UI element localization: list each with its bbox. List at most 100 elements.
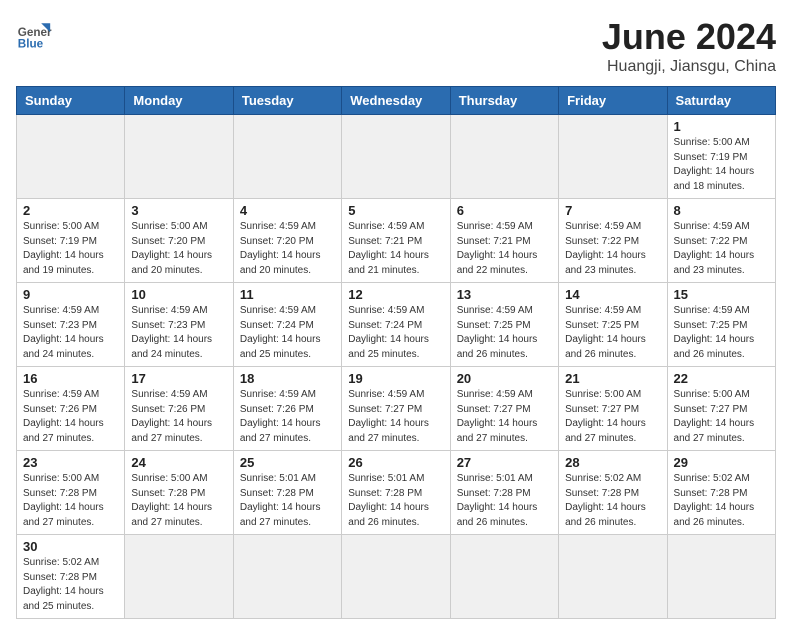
day-info: Sunrise: 4:59 AM Sunset: 7:23 PM Dayligh… [23,304,118,362]
day-number: 27 [457,455,552,470]
day-number: 22 [674,371,769,386]
day-info: Sunrise: 5:00 AM Sunset: 7:19 PM Dayligh… [23,220,118,278]
calendar-cell: 24Sunrise: 5:00 AM Sunset: 7:28 PM Dayli… [125,451,233,535]
day-info: Sunrise: 5:00 AM Sunset: 7:19 PM Dayligh… [674,136,769,194]
day-number: 18 [240,371,335,386]
calendar-cell: 3Sunrise: 5:00 AM Sunset: 7:20 PM Daylig… [125,199,233,283]
day-info: Sunrise: 5:00 AM Sunset: 7:28 PM Dayligh… [131,472,226,530]
calendar-cell: 21Sunrise: 5:00 AM Sunset: 7:27 PM Dayli… [559,367,667,451]
calendar-cell: 14Sunrise: 4:59 AM Sunset: 7:25 PM Dayli… [559,283,667,367]
calendar-cell [125,535,233,619]
calendar-cell [17,115,125,199]
col-header-monday: Monday [125,87,233,115]
calendar-cell [450,535,558,619]
calendar-cell: 1 Sunrise: 5:00 AM Sunset: 7:19 PM Daylig… [667,115,775,199]
svg-text:Blue: Blue [18,38,44,51]
day-number: 25 [240,455,335,470]
day-info: Sunrise: 4:59 AM Sunset: 7:23 PM Dayligh… [131,304,226,362]
calendar-cell: 6Sunrise: 4:59 AM Sunset: 7:21 PM Daylig… [450,199,558,283]
day-number: 23 [23,455,118,470]
calendar-cell [233,535,341,619]
calendar-cell [125,115,233,199]
day-info: Sunrise: 4:59 AM Sunset: 7:26 PM Dayligh… [23,388,118,446]
day-info: Sunrise: 5:01 AM Sunset: 7:28 PM Dayligh… [240,472,335,530]
calendar-cell: 26 Sunrise: 5:01 AM Sunset: 7:28 PM Dayli… [342,451,450,535]
logo-icon: General Blue [16,16,52,52]
day-number: 30 [23,539,118,554]
day-info: Sunrise: 5:00 AM Sunset: 7:20 PM Dayligh… [131,220,226,278]
day-number: 29 [674,455,769,470]
day-info: Sunrise: 4:59 AM Sunset: 7:27 PM Dayligh… [457,388,552,446]
calendar-cell: 20 Sunrise: 4:59 AM Sunset: 7:27 PM Dayli… [450,367,558,451]
day-info: Sunrise: 4:59 AM Sunset: 7:25 PM Dayligh… [674,304,769,362]
day-info: Sunrise: 5:00 AM Sunset: 7:28 PM Dayligh… [23,472,118,530]
calendar-cell: 23 Sunrise: 5:00 AM Sunset: 7:28 PM Dayli… [17,451,125,535]
day-info: Sunrise: 5:02 AM Sunset: 7:28 PM Dayligh… [674,472,769,530]
day-number: 19 [348,371,443,386]
day-number: 8 [674,203,769,218]
calendar-week-row: 1 Sunrise: 5:00 AM Sunset: 7:19 PM Daylig… [17,115,776,199]
day-number: 28 [565,455,660,470]
calendar-cell [342,535,450,619]
col-header-thursday: Thursday [450,87,558,115]
month-title: June 2024 [602,16,776,58]
col-header-friday: Friday [559,87,667,115]
day-number: 12 [348,287,443,302]
calendar-table: SundayMondayTuesdayWednesdayThursdayFrid… [16,86,776,619]
day-number: 20 [457,371,552,386]
page-header: General Blue June 2024 Huangji, Jiansgu,… [16,16,776,76]
calendar-cell [559,535,667,619]
day-number: 17 [131,371,226,386]
calendar-cell: 4 Sunrise: 4:59 AM Sunset: 7:20 PM Daylig… [233,199,341,283]
col-header-saturday: Saturday [667,87,775,115]
day-number: 2 [23,203,118,218]
calendar-week-row: 30 Sunrise: 5:02 AM Sunset: 7:28 PM Dayli… [17,535,776,619]
title-area: June 2024 Huangji, Jiansgu, China [602,16,776,76]
calendar-cell [342,115,450,199]
day-info: Sunrise: 4:59 AM Sunset: 7:24 PM Dayligh… [240,304,335,362]
day-info: Sunrise: 4:59 AM Sunset: 7:22 PM Dayligh… [674,220,769,278]
day-number: 9 [23,287,118,302]
day-info: Sunrise: 4:59 AM Sunset: 7:27 PM Dayligh… [348,388,443,446]
calendar-cell: 15 Sunrise: 4:59 AM Sunset: 7:25 PM Dayli… [667,283,775,367]
calendar-cell: 25 Sunrise: 5:01 AM Sunset: 7:28 PM Dayli… [233,451,341,535]
day-number: 10 [131,287,226,302]
day-info: Sunrise: 5:01 AM Sunset: 7:28 PM Dayligh… [457,472,552,530]
calendar-cell: 9 Sunrise: 4:59 AM Sunset: 7:23 PM Daylig… [17,283,125,367]
calendar-cell [450,115,558,199]
calendar-cell: 8 Sunrise: 4:59 AM Sunset: 7:22 PM Daylig… [667,199,775,283]
calendar-week-row: 2 Sunrise: 5:00 AM Sunset: 7:19 PM Daylig… [17,199,776,283]
calendar-cell: 10 Sunrise: 4:59 AM Sunset: 7:23 PM Dayli… [125,283,233,367]
day-number: 7 [565,203,660,218]
calendar-cell: 5 Sunrise: 4:59 AM Sunset: 7:21 PM Daylig… [342,199,450,283]
day-number: 11 [240,287,335,302]
day-number: 16 [23,371,118,386]
calendar-week-row: 16 Sunrise: 4:59 AM Sunset: 7:26 PM Dayli… [17,367,776,451]
calendar-cell [559,115,667,199]
day-number: 26 [348,455,443,470]
calendar-cell: 30 Sunrise: 5:02 AM Sunset: 7:28 PM Dayli… [17,535,125,619]
col-header-wednesday: Wednesday [342,87,450,115]
day-info: Sunrise: 4:59 AM Sunset: 7:26 PM Dayligh… [131,388,226,446]
calendar-cell: 17 Sunrise: 4:59 AM Sunset: 7:26 PM Dayli… [125,367,233,451]
day-info: Sunrise: 4:59 AM Sunset: 7:25 PM Dayligh… [457,304,552,362]
calendar-body: 1 Sunrise: 5:00 AM Sunset: 7:19 PM Daylig… [17,115,776,619]
calendar-cell: 2 Sunrise: 5:00 AM Sunset: 7:19 PM Daylig… [17,199,125,283]
day-number: 5 [348,203,443,218]
calendar-cell: 16 Sunrise: 4:59 AM Sunset: 7:26 PM Dayli… [17,367,125,451]
day-info: Sunrise: 5:00 AM Sunset: 7:27 PM Dayligh… [565,388,660,446]
day-info: Sunrise: 4:59 AM Sunset: 7:25 PM Dayligh… [565,304,660,362]
calendar-cell: 18Sunrise: 4:59 AM Sunset: 7:26 PM Dayli… [233,367,341,451]
day-info: Sunrise: 5:00 AM Sunset: 7:27 PM Dayligh… [674,388,769,446]
calendar-cell [667,535,775,619]
day-info: Sunrise: 5:01 AM Sunset: 7:28 PM Dayligh… [348,472,443,530]
calendar-cell: 22 Sunrise: 5:00 AM Sunset: 7:27 PM Dayli… [667,367,775,451]
day-info: Sunrise: 4:59 AM Sunset: 7:21 PM Dayligh… [348,220,443,278]
day-number: 4 [240,203,335,218]
logo: General Blue [16,16,52,52]
day-number: 1 [674,119,769,134]
day-info: Sunrise: 5:02 AM Sunset: 7:28 PM Dayligh… [23,556,118,614]
calendar-cell: 12Sunrise: 4:59 AM Sunset: 7:24 PM Dayli… [342,283,450,367]
day-number: 15 [674,287,769,302]
day-info: Sunrise: 4:59 AM Sunset: 7:20 PM Dayligh… [240,220,335,278]
